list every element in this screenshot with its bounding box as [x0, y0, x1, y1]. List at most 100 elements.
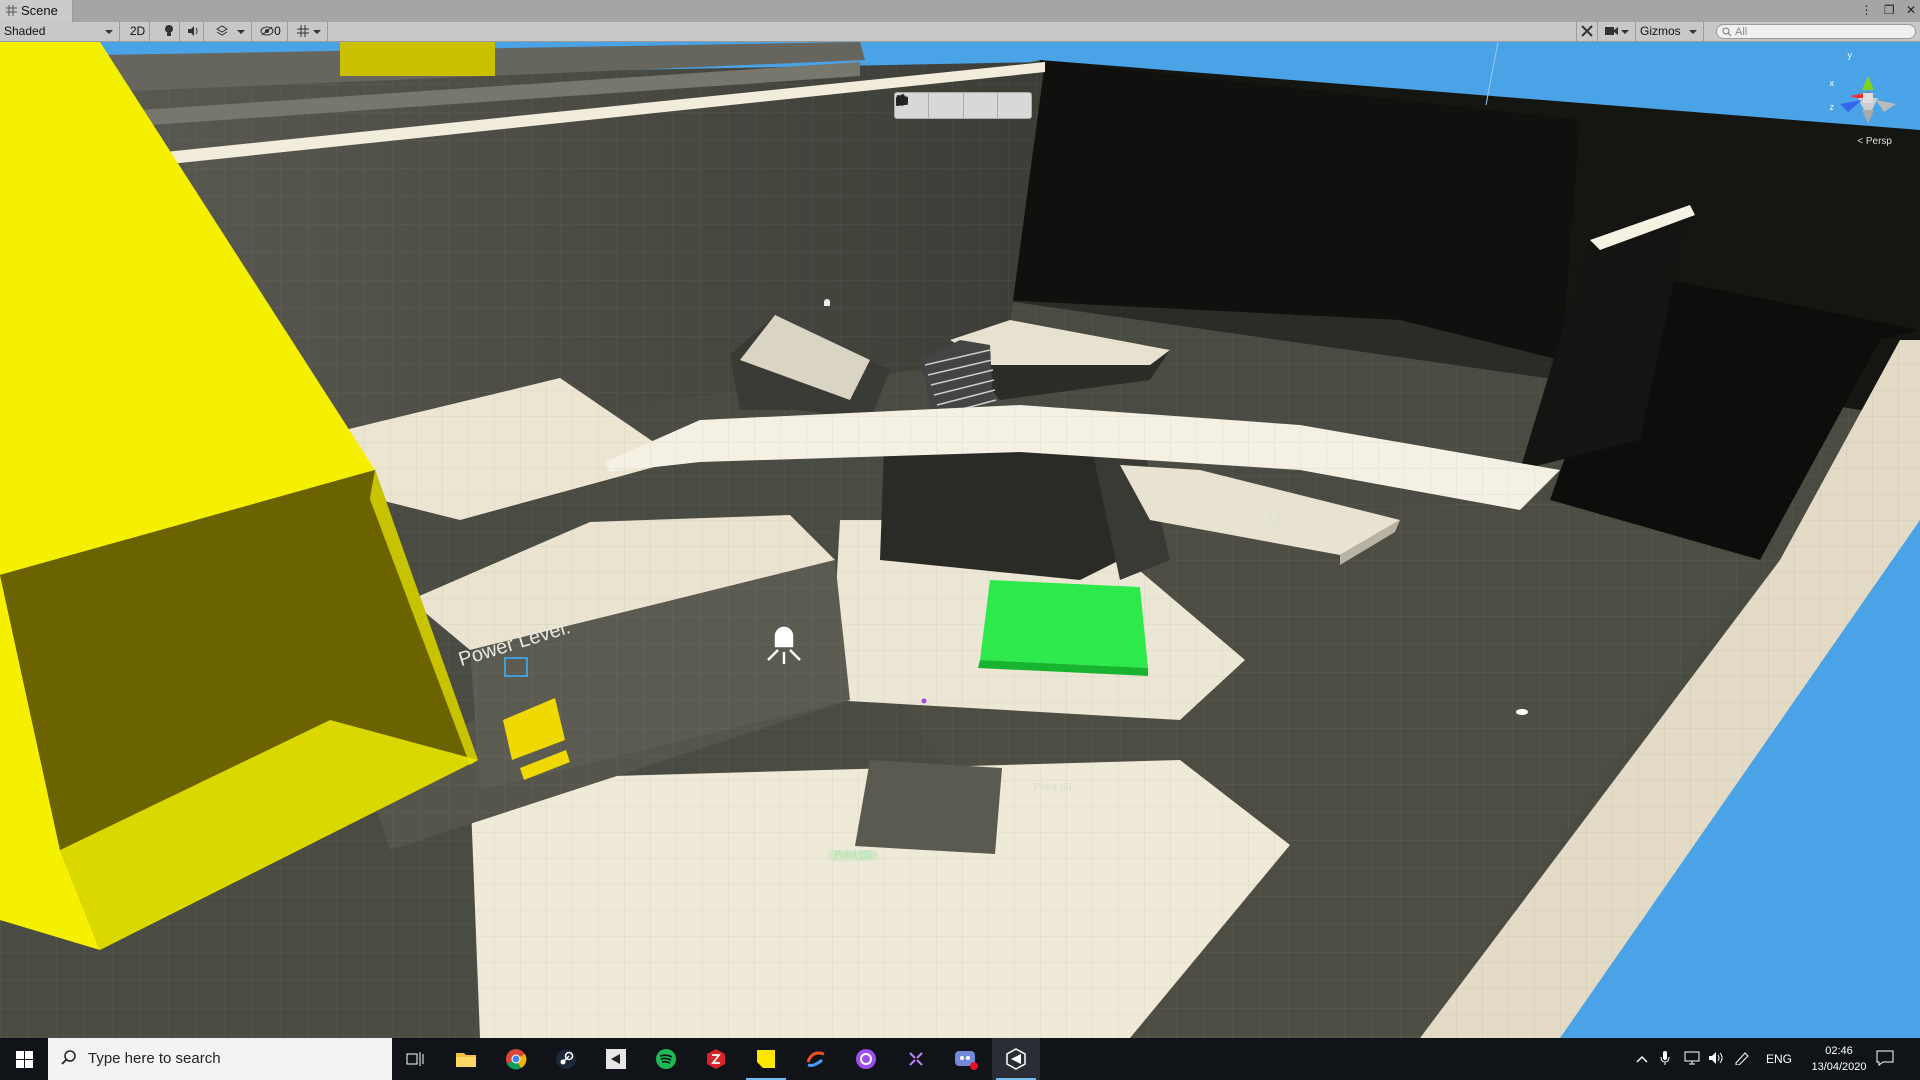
- effects-layers-icon: [215, 25, 228, 36]
- tray-pen[interactable]: [1734, 1038, 1750, 1080]
- hidden-objects-toggle[interactable]: 0: [254, 22, 288, 41]
- scene-grid-icon: [6, 5, 17, 16]
- scene-render: [0, 42, 1920, 1038]
- taskbar-spotify[interactable]: [642, 1038, 690, 1080]
- effects-dropdown[interactable]: [206, 22, 252, 41]
- edge-view-button[interactable]: [895, 93, 998, 118]
- gizmo-y-label: y: [1847, 50, 1853, 60]
- tray-language[interactable]: ENG: [1766, 1038, 1792, 1080]
- task-view-icon: [406, 1052, 424, 1066]
- probe-gizmo: [1516, 709, 1528, 715]
- scene-viewport[interactable]: y x z < Persp Power Level: Point (5) Poi…: [0, 42, 1920, 1038]
- clock-date: 13/04/2020: [1811, 1061, 1867, 1073]
- maximize-icon[interactable]: ❐: [1884, 3, 1895, 17]
- taskbar-chrome[interactable]: [492, 1038, 540, 1080]
- taskbar-search-placeholder: Type here to search: [88, 1050, 221, 1067]
- sticky-notes-icon: [757, 1050, 775, 1068]
- floor-shadow-square: [855, 760, 1002, 854]
- point-label-6: Point (6): [1034, 782, 1072, 793]
- taskbar-clock[interactable]: 02:46 13/04/2020: [1804, 1043, 1874, 1075]
- shading-mode-label: Shaded: [4, 24, 46, 38]
- taskbar-steam[interactable]: [542, 1038, 590, 1080]
- search-icon: [61, 1050, 76, 1065]
- light-gizmo-far: [824, 299, 830, 306]
- taskbar-app-red[interactable]: [692, 1038, 740, 1080]
- face-view-button[interactable]: [897, 93, 1031, 118]
- task-view-button[interactable]: [392, 1038, 440, 1080]
- tray-network[interactable]: [1684, 1038, 1700, 1080]
- taskbar-unity[interactable]: [992, 1038, 1040, 1080]
- tray-volume[interactable]: [1708, 1038, 1724, 1080]
- grid-icon: [296, 25, 309, 37]
- tools-button[interactable]: [1576, 22, 1598, 41]
- notification-icon: [1876, 1050, 1894, 1066]
- eye-slash-icon: [260, 26, 274, 36]
- windows-logo-icon: [15, 1050, 33, 1068]
- tab-scene-label: Scene: [21, 3, 58, 18]
- grid-snap-dropdown[interactable]: [290, 22, 328, 41]
- chrome-icon: [506, 1049, 527, 1070]
- scene-toolbar: Shaded 2D 0 Gizmos All: [0, 22, 1920, 42]
- audio-toggle-button[interactable]: [182, 22, 204, 41]
- tab-scene[interactable]: Scene: [0, 0, 73, 22]
- face-flag-icon: [897, 95, 907, 105]
- action-center-button[interactable]: [1876, 1038, 1894, 1080]
- taskbar-app-dark[interactable]: [892, 1038, 940, 1080]
- point-marker: [921, 698, 927, 704]
- view-tool-buttons: [894, 92, 1032, 119]
- chevron-up-icon: [1636, 1056, 1648, 1063]
- gizmo-x-label: x: [1829, 78, 1835, 88]
- more-menu-icon[interactable]: ⋮: [1860, 3, 1872, 17]
- gizmos-label: Gizmos: [1640, 24, 1681, 38]
- projection-label[interactable]: < Persp: [1857, 136, 1892, 147]
- speaker-icon: [187, 26, 197, 36]
- taskbar-discord[interactable]: [942, 1038, 990, 1080]
- windows-taskbar: Type here to search ENG 02:46 13/04/2020: [0, 1038, 1920, 1080]
- paint-icon: [806, 1051, 825, 1067]
- taskbar-file-explorer[interactable]: [442, 1038, 490, 1080]
- toggle-2d-label: 2D: [129, 24, 146, 38]
- taskbar-paint-3d[interactable]: [792, 1038, 840, 1080]
- search-icon: [1722, 27, 1732, 37]
- volume-icon: [1709, 1052, 1723, 1064]
- yellow-block-top: [340, 42, 495, 76]
- dark-app-icon: [909, 1052, 923, 1066]
- pen-workspace-icon: [1735, 1052, 1749, 1066]
- unity-hub-icon: [606, 1049, 626, 1069]
- folder-icon: [456, 1053, 476, 1067]
- discord-icon: [955, 1051, 978, 1070]
- taskbar-sticky-notes[interactable]: [742, 1038, 790, 1080]
- point-label-5: Point (5): [828, 850, 878, 861]
- search-placeholder: All: [1735, 26, 1748, 38]
- tray-microphone[interactable]: [1660, 1038, 1670, 1080]
- green-pad: [980, 580, 1148, 668]
- start-button[interactable]: [0, 1038, 48, 1080]
- shading-mode-dropdown[interactable]: Shaded: [0, 22, 120, 41]
- taskbar-unity-hub[interactable]: [592, 1038, 640, 1080]
- taskbar-app-purple[interactable]: [842, 1038, 890, 1080]
- tray-overflow-chevron-icon[interactable]: [1636, 1038, 1648, 1080]
- toggle-2d-button[interactable]: 2D: [126, 22, 150, 41]
- hidden-count: 0: [274, 24, 281, 38]
- gizmo-z-label: z: [1829, 102, 1835, 112]
- tools-cross-icon: [1581, 25, 1593, 37]
- hierarchy-search-input[interactable]: All: [1716, 24, 1916, 39]
- editor-tabstrip: Scene ⋮ ❐ ✕: [0, 0, 1920, 23]
- lighting-toggle-button[interactable]: [158, 22, 180, 41]
- camera-settings-dropdown[interactable]: [1600, 22, 1636, 41]
- network-icon: [1684, 1051, 1700, 1065]
- close-icon[interactable]: ✕: [1906, 3, 1916, 17]
- steam-icon: [556, 1049, 576, 1069]
- purple-app-icon: [856, 1049, 876, 1069]
- taskbar-search-input[interactable]: Type here to search: [48, 1038, 392, 1080]
- spotify-icon: [656, 1049, 676, 1069]
- lightbulb-icon: [164, 25, 173, 36]
- pivot-view-button[interactable]: [896, 93, 964, 118]
- window-controls: ⋮ ❐ ✕: [1852, 0, 1916, 22]
- clock-time: 02:46: [1825, 1045, 1853, 1057]
- microphone-icon: [1660, 1051, 1670, 1065]
- unity-icon: [1006, 1048, 1026, 1070]
- camera-icon: [1605, 27, 1618, 35]
- gizmos-dropdown[interactable]: Gizmos: [1638, 22, 1704, 41]
- red-app-icon: [707, 1049, 725, 1069]
